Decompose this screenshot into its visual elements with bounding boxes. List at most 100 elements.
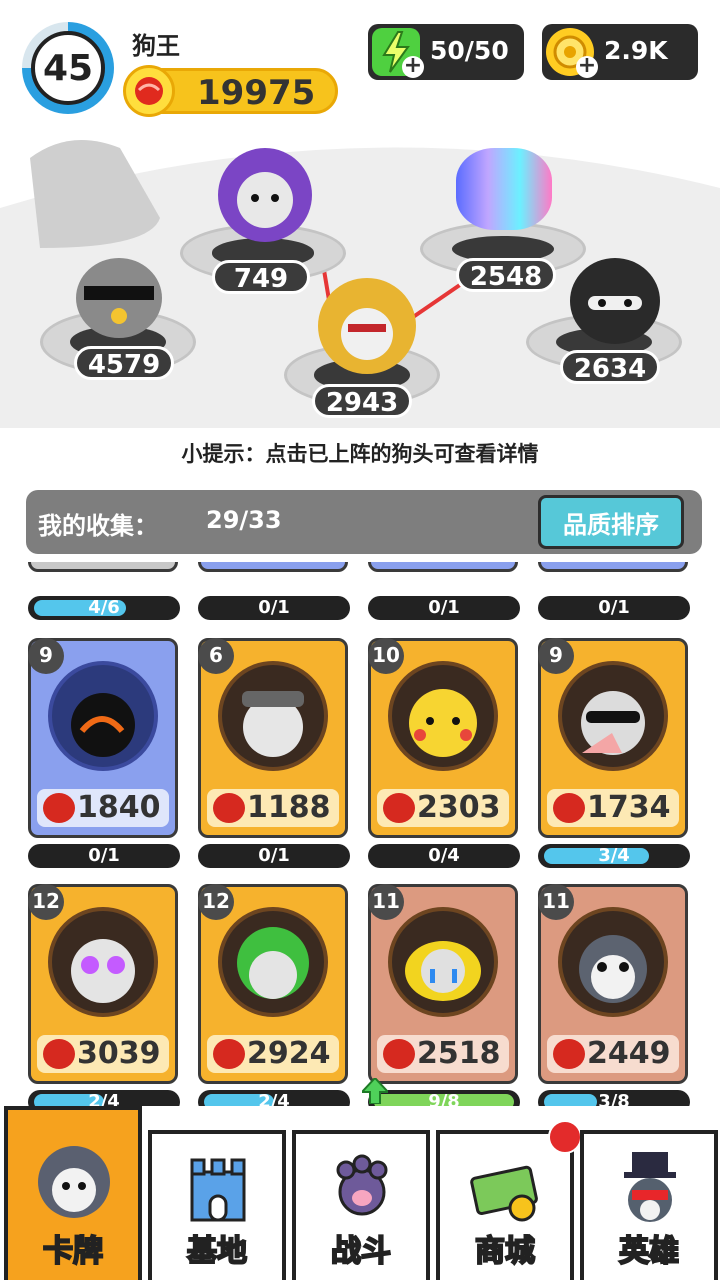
black-flame-dog-icon bbox=[48, 661, 158, 771]
hero-card[interactable]: 9 1840 bbox=[28, 638, 178, 838]
card-grid[interactable]: 749 1461 1512 1643 4/6 0/1 0/1 0/1 9 184… bbox=[0, 562, 720, 1106]
total-power-badge: 19975 bbox=[123, 65, 338, 117]
bling-dog-icon[interactable] bbox=[76, 258, 162, 338]
card-progress-bar: 9/8 bbox=[368, 1090, 520, 1106]
power-fist-icon bbox=[383, 793, 415, 823]
power-fist-icon bbox=[43, 1039, 75, 1069]
ninja-dog-icon[interactable] bbox=[570, 258, 660, 344]
card-progress-text: 0/1 bbox=[258, 597, 290, 618]
hero-card[interactable]: 1461 bbox=[198, 562, 348, 572]
energy-box[interactable]: + 50/50 bbox=[368, 24, 524, 80]
hero-card[interactable]: 9 1734 bbox=[538, 638, 688, 838]
card-level: 9 bbox=[28, 638, 64, 674]
top-hat-dog-icon bbox=[614, 1152, 686, 1224]
coin-box[interactable]: + 2.9K bbox=[542, 24, 698, 80]
card-progress-bar: 2/4 bbox=[28, 1090, 180, 1106]
collection-label: 我的收集： bbox=[38, 512, 158, 540]
card-level: 9 bbox=[538, 638, 574, 674]
lineup-power-4: 2548 bbox=[456, 258, 556, 292]
lineup-power-3: 2943 bbox=[312, 384, 412, 418]
card-progress-text: 3/8 bbox=[598, 1091, 630, 1106]
hero-card[interactable]: 1643 bbox=[538, 562, 688, 572]
power-fist-icon bbox=[553, 1039, 585, 1069]
tab-shop[interactable]: 商城 bbox=[436, 1120, 582, 1280]
lineup-arena: 4579 749 2943 2548 2634 bbox=[0, 118, 720, 428]
card-power: 2303 bbox=[417, 790, 501, 825]
sort-by-quality-button[interactable]: 品质排序 bbox=[538, 495, 684, 549]
card-progress-text: 0/1 bbox=[258, 845, 290, 866]
energy-value: 50/50 bbox=[430, 36, 509, 65]
hero-card[interactable]: 1512 bbox=[368, 562, 518, 572]
power-fist-icon bbox=[213, 1039, 245, 1069]
tab-heroes[interactable]: 英雄 bbox=[580, 1130, 718, 1280]
upgrade-arrow-icon bbox=[359, 1076, 391, 1105]
card-progress-bar: 0/1 bbox=[538, 596, 690, 620]
collection-header: 我的收集： 29/33 品质排序 bbox=[26, 490, 702, 554]
add-energy-icon[interactable]: + bbox=[402, 55, 424, 78]
add-coin-icon[interactable]: + bbox=[576, 55, 598, 78]
tab-cards[interactable]: 卡牌 bbox=[4, 1106, 142, 1280]
tab-battle[interactable]: 战斗 bbox=[292, 1130, 430, 1280]
castle-icon bbox=[182, 1152, 254, 1224]
plain-wolf-dog-icon bbox=[558, 907, 668, 1017]
level-ring[interactable]: 45 bbox=[22, 22, 114, 114]
bottom-nav: 卡牌 基地 战斗 商城 英雄 bbox=[0, 1106, 720, 1280]
collection-count: 29/33 bbox=[206, 506, 282, 534]
hero-card[interactable]: 11 2449 bbox=[538, 884, 688, 1084]
card-level: 11 bbox=[368, 884, 404, 920]
card-level: 10 bbox=[368, 638, 404, 674]
card-power: 2924 bbox=[247, 1036, 331, 1071]
yellow-pikachu-dog-icon bbox=[388, 661, 498, 771]
card-progress-bar: 2/4 bbox=[198, 1090, 350, 1106]
card-level: 6 bbox=[198, 638, 234, 674]
tab-label: 商城 bbox=[474, 1233, 536, 1270]
power-fist-icon bbox=[383, 1039, 415, 1069]
top-bar: 45 狗王 19975 + 50/50 + 2.9K bbox=[0, 0, 720, 120]
crying-lemon-dog-icon bbox=[388, 907, 498, 1017]
card-progress-text: 0/1 bbox=[88, 845, 120, 866]
hero-card[interactable]: 6 1188 bbox=[198, 638, 348, 838]
golden-armor-dog-icon[interactable] bbox=[318, 278, 416, 374]
card-progress-text: 4/6 bbox=[88, 597, 120, 618]
hero-card[interactable]: 12 3039 bbox=[28, 884, 178, 1084]
card-progress-text: 2/4 bbox=[258, 1091, 290, 1106]
total-power-value: 19975 bbox=[197, 73, 316, 113]
card-level: 11 bbox=[538, 884, 574, 920]
power-fist-icon bbox=[213, 793, 245, 823]
hero-card[interactable]: 10 2303 bbox=[368, 638, 518, 838]
card-power: 1734 bbox=[587, 790, 671, 825]
card-progress-bar: 3/8 bbox=[538, 1090, 690, 1106]
card-power: 1188 bbox=[247, 790, 331, 825]
card-progress-bar: 4/6 bbox=[28, 596, 180, 620]
card-progress-bar: 3/4 bbox=[538, 844, 690, 868]
coin-value: 2.9K bbox=[604, 36, 668, 65]
card-power: 2449 bbox=[587, 1036, 671, 1071]
card-progress-bar: 0/1 bbox=[368, 596, 520, 620]
card-progress-text: 9/8 bbox=[428, 1091, 460, 1106]
power-fist-icon bbox=[123, 65, 175, 117]
hero-card[interactable]: 749 bbox=[28, 562, 178, 572]
hero-card[interactable]: 11 2518 bbox=[368, 884, 518, 1084]
card-progress-text: 2/4 bbox=[88, 1091, 120, 1106]
paw-icon bbox=[326, 1152, 398, 1224]
viking-helmet-dog-icon bbox=[218, 661, 328, 771]
tab-label: 卡牌 bbox=[42, 1233, 104, 1270]
card-progress-bar: 0/1 bbox=[198, 844, 350, 868]
card-progress-text: 0/1 bbox=[598, 597, 630, 618]
card-progress-bar: 0/1 bbox=[28, 844, 180, 868]
card-progress-bar: 0/4 bbox=[368, 844, 520, 868]
tip-text: 小提示：点击已上阵的狗头可查看详情 bbox=[181, 442, 539, 466]
card-power: 2518 bbox=[417, 1036, 501, 1071]
tab-base[interactable]: 基地 bbox=[148, 1130, 286, 1280]
dinosaur-hood-dog-icon bbox=[218, 907, 328, 1017]
power-fist-icon bbox=[553, 793, 585, 823]
card-power: 3039 bbox=[77, 1036, 161, 1071]
glitched-dog-icon[interactable] bbox=[456, 148, 552, 230]
player-level: 45 bbox=[31, 31, 105, 105]
card-level: 12 bbox=[198, 884, 234, 920]
purple-hood-dog-icon[interactable] bbox=[218, 148, 312, 242]
card-progress-text: 3/4 bbox=[598, 845, 630, 866]
hero-card[interactable]: 12 2924 bbox=[198, 884, 348, 1084]
husky-face-icon bbox=[38, 1146, 110, 1218]
laser-eyes-dog-icon bbox=[48, 907, 158, 1017]
